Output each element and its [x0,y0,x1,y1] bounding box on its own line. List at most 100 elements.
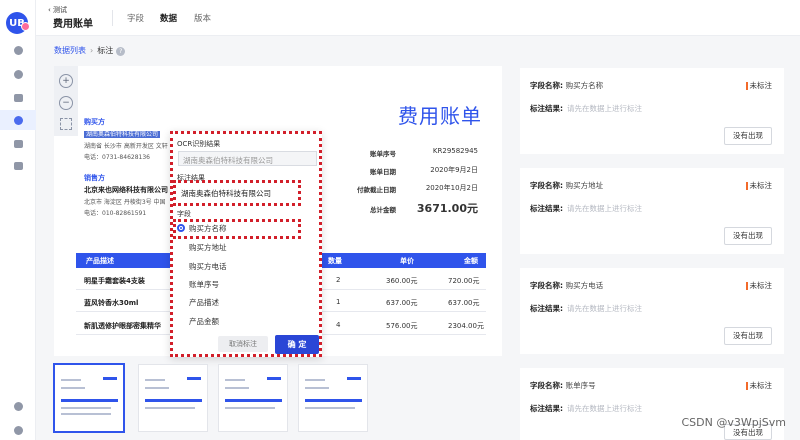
bill-date-label: 账单日期 [370,168,396,176]
status-bar-icon [745,282,748,290]
buyer-phone[interactable]: 电话：0731-84628136 [84,152,150,161]
cell-product[interactable]: 明星手霜套装4支装 [84,276,145,286]
breadcrumb-data-list[interactable]: 数据列表 [54,46,86,55]
watermark: CSDN @v3WpjSvm [681,416,787,429]
notification-dot [21,22,30,31]
thumb-line [145,407,195,409]
cell-price[interactable]: 637.00元 [386,298,418,308]
thumbnail-page-2[interactable] [138,364,208,432]
cell-price[interactable]: 360.00元 [386,276,418,286]
total-value[interactable]: 3671.00元 [408,200,478,216]
tab-fields[interactable]: 字段 [127,12,144,24]
field-option-buyer-address[interactable]: 购买方地址 [189,242,227,253]
buyer-address[interactable]: 湖南省 长沙市 高新开发区 文轩 [84,141,168,150]
seller-name[interactable]: 北京来也网络科技有限公司 [84,185,168,195]
result-row: 标注结果: 请先在数据上进行标注 [530,403,642,414]
bill-date-value[interactable]: 2020年9月2日 [408,165,478,175]
field-name-label: 字段名称: 账单序号 [530,380,596,391]
back-link[interactable]: ‹ 测试 [48,5,67,15]
nav-data-icon[interactable] [0,134,36,154]
thumbnail-page-4[interactable] [298,364,368,432]
top-header: ‹ 测试 费用账单 字段 数据 版本 [36,0,800,36]
col-price: 单价 [400,257,414,265]
field-option-product[interactable]: 产品描述 [189,297,219,308]
seller-address[interactable]: 北京市 海淀区 丹棱街3号 中国 [84,197,166,206]
status-text: 未标注 [749,281,773,290]
result-placeholder: 请先在数据上进行标注 [567,404,642,413]
thumb-line [305,407,355,409]
thumbnail-page-1[interactable] [54,364,124,432]
zoom-out-icon[interactable]: − [59,96,73,110]
thumb-line [61,379,81,381]
thumb-line [61,387,85,389]
annotation-result-field[interactable]: 湖南奥森伯特科技有限公司 [177,185,295,200]
thumb-table-header [305,399,362,402]
thumb-title-mark [187,377,201,380]
cell-amount[interactable]: 637.00元 [448,298,480,308]
result-key: 标注结果: [530,204,563,213]
cell-qty[interactable]: 1 [336,298,340,306]
thumb-line [61,407,111,409]
result-placeholder: 请先在数据上进行标注 [567,304,642,313]
invoice-no-value[interactable]: KR29582945 [408,147,478,155]
back-label[interactable]: 测试 [53,6,67,14]
buyer-name-highlight[interactable]: 湖南奥森伯特科技有限公司 [84,129,161,138]
status-badge: 未标注 [745,280,773,291]
nav-grid-icon[interactable] [0,88,36,108]
cell-qty[interactable]: 2 [336,276,340,284]
nav-globe-icon[interactable] [0,396,36,416]
field-name-label: 字段名称: 购买方名称 [530,80,603,91]
seller-phone[interactable]: 电话：010-82861591 [84,208,146,217]
fit-screen-icon[interactable] [60,118,72,130]
not-present-button[interactable]: 没有出现 [724,227,772,245]
result-key: 标注结果: [530,404,563,413]
thumb-table-header [145,399,202,402]
field-option-buyer-name[interactable]: 购买方名称 [189,223,227,234]
question-icon[interactable]: ? [116,47,126,56]
status-badge: 未标注 [745,180,772,191]
cell-qty[interactable]: 4 [336,321,340,329]
buyer-name-text[interactable]: 湖南奥森伯特科技有限公司 [84,131,161,138]
due-date-label: 付款截止日期 [357,186,396,194]
field-option-amount[interactable]: 产品金额 [189,316,219,327]
due-date-value[interactable]: 2020年10月2日 [408,183,478,193]
cell-product[interactable]: 新肌透修护眼部密集精华 [84,321,161,331]
radio-selected-icon[interactable] [177,224,185,232]
cell-amount[interactable]: 720.00元 [448,276,480,286]
thumb-title-mark [267,377,281,380]
nav-help-icon[interactable] [0,420,36,440]
invoice-title: 费用账单 [398,104,482,128]
field-name-key: 字段名称: [530,281,563,290]
cell-price[interactable]: 576.00元 [386,321,418,331]
page-thumbnails [54,364,502,434]
thumb-line [225,379,245,381]
not-present-button[interactable]: 没有出现 [724,327,772,345]
thumb-title-mark [347,377,361,380]
nav-report-icon[interactable] [0,156,36,176]
thumb-line [305,387,329,389]
tab-data[interactable]: 数据 [160,12,177,24]
field-card: 字段名称: 购买方名称 未标注 标注结果: 请先在数据上进行标注 没有出现 [520,68,784,154]
cell-product[interactable]: 蓝风铃香水30ml [84,298,138,308]
col-product: 产品描述 [86,257,114,265]
left-nav-rail: UB [0,0,36,440]
thumb-line [61,413,111,415]
status-text: 未标注 [749,81,773,90]
cell-amount[interactable]: 2304.00元 [448,321,484,331]
field-card: 字段名称: 购买方地址 未标注 标注结果: 请先在数据上进行标注 没有出现 [520,168,784,254]
thumb-line [145,379,165,381]
tab-version[interactable]: 版本 [194,12,211,24]
thumbnail-page-3[interactable] [218,364,288,432]
nav-annotate-icon[interactable] [0,110,36,130]
zoom-in-icon[interactable]: + [59,74,73,88]
nav-settings-icon[interactable] [0,40,36,60]
confirm-button[interactable]: 确 定 [275,335,319,354]
seller-section-label: 销售方 [84,174,105,182]
field-option-buyer-phone[interactable]: 购买方电话 [189,261,227,272]
result-key: 标注结果: [530,304,563,313]
field-card: 字段名称: 购买方电话 未标注 标注结果: 请先在数据上进行标注 没有出现 [520,268,784,354]
not-present-button[interactable]: 没有出现 [724,127,772,145]
nav-chart-icon[interactable] [0,64,36,84]
cancel-annotation-button[interactable]: 取消标注 [218,336,268,352]
field-option-invoice-no[interactable]: 账单序号 [189,279,219,290]
